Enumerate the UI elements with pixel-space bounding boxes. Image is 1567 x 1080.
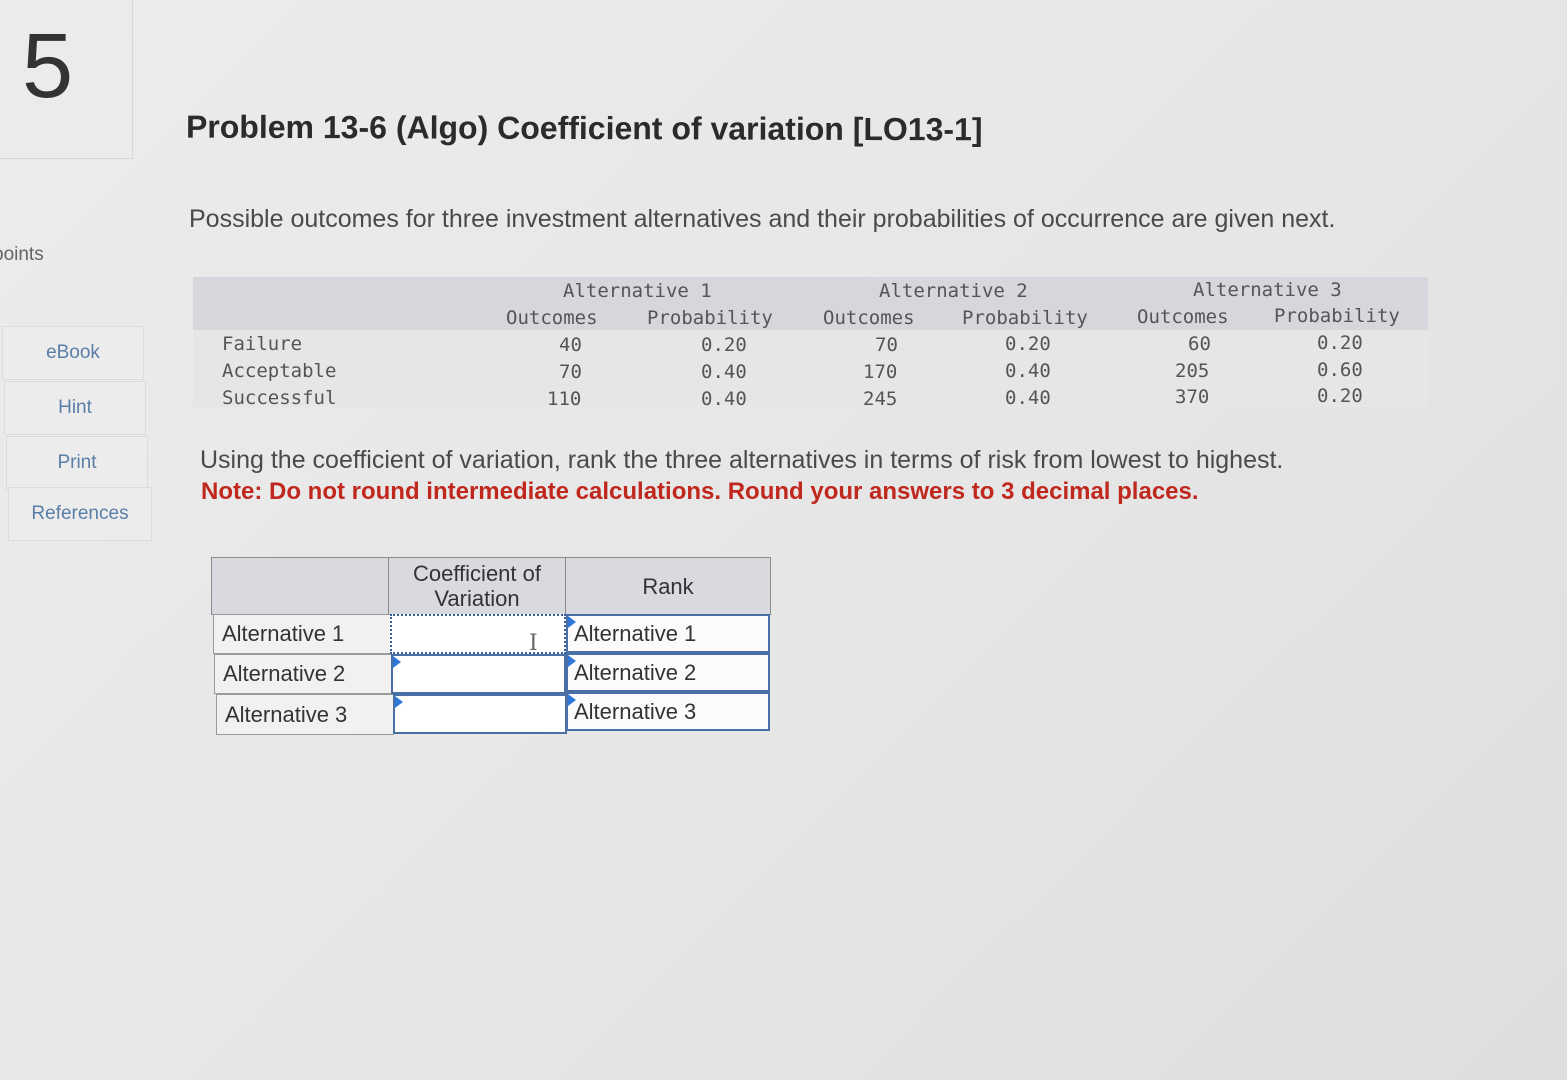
rank-select-3-value: Alternative 3 — [574, 698, 697, 724]
marker-icon — [395, 696, 403, 708]
cell: 0.40 — [701, 361, 747, 383]
references-link-label: References — [31, 503, 129, 524]
outcomes-table-body — [193, 330, 1428, 407]
rank-select-1[interactable]: Alternative 1 — [566, 614, 770, 653]
subheader-probability-1: Probability — [647, 307, 773, 329]
cell: 60 — [1188, 333, 1211, 355]
marker-icon — [568, 655, 576, 667]
hint-link[interactable]: Hint — [4, 381, 146, 435]
cell: 0.20 — [1005, 333, 1051, 355]
cell: 70 — [559, 361, 582, 383]
cell: 0.40 — [701, 388, 747, 410]
question-number-box: 5 — [0, 0, 133, 159]
cell: 0.60 — [1317, 359, 1363, 381]
ebook-link[interactable]: eBook — [2, 326, 144, 380]
rank-select-1-value: Alternative 1 — [574, 620, 697, 646]
subheader-outcomes-2: Outcomes — [823, 307, 915, 329]
cv-input-alternative-3[interactable] — [393, 694, 567, 734]
rank-select-3[interactable]: Alternative 3 — [566, 692, 770, 731]
subheader-probability-2: Probability — [962, 307, 1088, 329]
print-link[interactable]: Print — [6, 436, 148, 490]
group-header-alternative-3: Alternative 3 — [1193, 279, 1342, 301]
subheader-probability-3: Probability — [1274, 305, 1400, 327]
rank-select-2[interactable]: Alternative 2 — [566, 653, 770, 692]
page-background — [0, 0, 1567, 1080]
answer-row-label-2: Alternative 2 — [214, 654, 392, 694]
cell: 370 — [1175, 386, 1210, 408]
marker-icon — [393, 656, 401, 668]
print-link-label: Print — [57, 452, 97, 473]
points-label: points — [0, 244, 44, 265]
ebook-link-label: eBook — [46, 342, 100, 363]
cv-input-alternative-1[interactable] — [390, 614, 566, 654]
answer-table: Coefficient of Variation Rank Alternativ… — [211, 557, 771, 737]
problem-title: Problem 13-6 (Algo) Coefficient of varia… — [185, 108, 983, 148]
cell: 0.40 — [1005, 387, 1051, 409]
cell: 0.20 — [701, 334, 747, 356]
row-label-failure: Failure — [222, 333, 303, 355]
question-number: 5 — [22, 15, 74, 117]
outcomes-table: Alternative 1 Alternative 2 Alternative … — [193, 277, 1428, 410]
text-cursor-icon: I — [529, 631, 538, 656]
cell: 0.20 — [1317, 332, 1363, 354]
references-link[interactable]: References — [8, 487, 152, 541]
answer-header-cv-line1: Coefficient of — [412, 561, 541, 586]
hint-link-label: Hint — [58, 397, 92, 418]
problem-prompt: Possible outcomes for three investment a… — [189, 205, 1336, 233]
instruction-text: Using the coefficient of variation, rank… — [200, 446, 1284, 474]
row-label-successful: Successful — [222, 387, 337, 409]
cell: 245 — [863, 388, 898, 410]
cell: 0.20 — [1317, 385, 1363, 407]
answer-header-cv-line2: Variation — [434, 586, 520, 611]
row-label-acceptable: Acceptable — [222, 360, 337, 382]
cell: 70 — [875, 334, 898, 356]
group-header-alternative-2: Alternative 2 — [879, 280, 1028, 302]
rank-select-2-value: Alternative 2 — [574, 659, 697, 685]
cell: 40 — [559, 334, 582, 356]
subheader-outcomes-3: Outcomes — [1137, 306, 1229, 328]
subheader-outcomes-1: Outcomes — [506, 307, 598, 329]
note-text: Note: Do not round intermediate calculat… — [201, 478, 1199, 505]
cell: 110 — [547, 388, 582, 410]
marker-icon — [568, 616, 576, 628]
group-header-alternative-1: Alternative 1 — [563, 280, 712, 302]
cell: 205 — [1175, 360, 1210, 382]
answer-row-label-1: Alternative 1 — [213, 614, 391, 654]
answer-header-rank: Rank — [565, 557, 771, 615]
cell: 170 — [863, 361, 898, 383]
answer-header-blank — [211, 557, 389, 615]
answer-header-cv: Coefficient of Variation — [388, 557, 566, 615]
marker-icon — [568, 694, 576, 706]
answer-row-label-3: Alternative 3 — [216, 694, 394, 735]
cv-input-alternative-2[interactable] — [391, 654, 566, 694]
cell: 0.40 — [1005, 360, 1051, 382]
